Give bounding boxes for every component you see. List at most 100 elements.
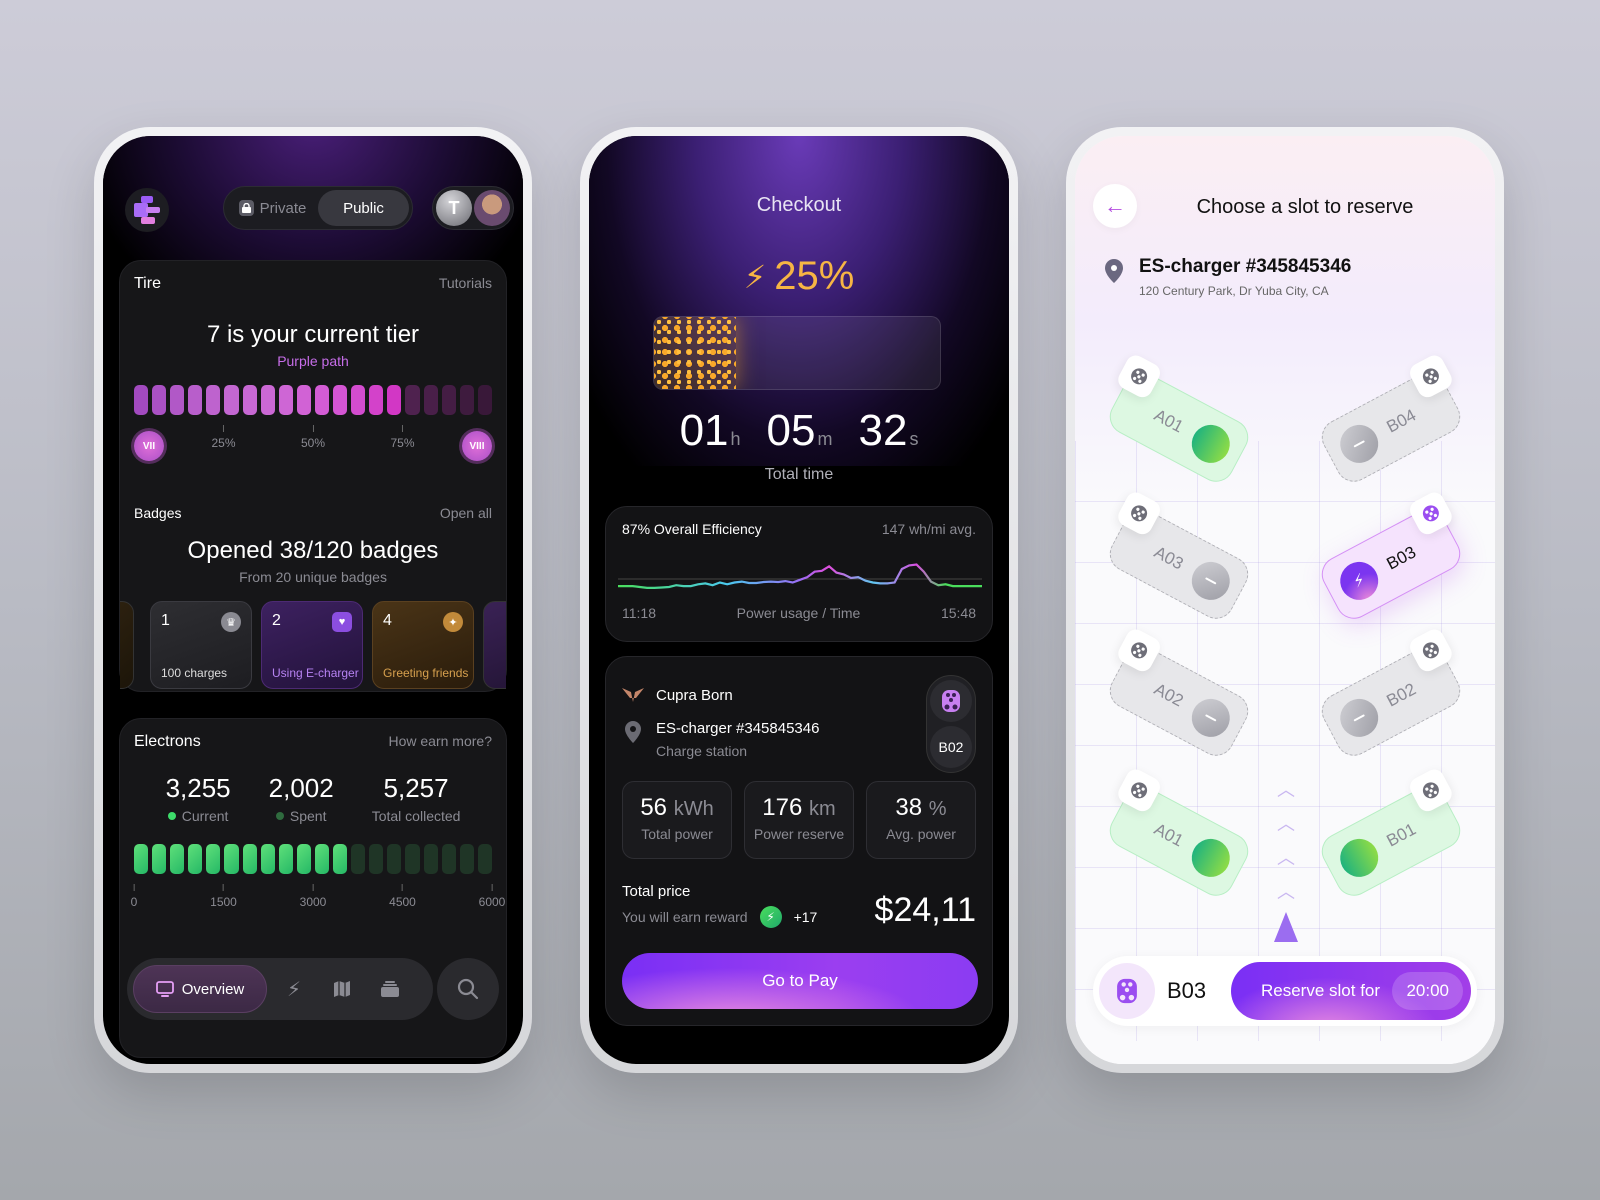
badge-count: 1 bbox=[161, 612, 170, 629]
back-button[interactable]: ← bbox=[1093, 184, 1137, 228]
stat-label: Current bbox=[181, 808, 229, 824]
timer-hours-unit: h bbox=[730, 429, 741, 449]
stat-value: 3,255 bbox=[165, 773, 231, 803]
slot-indicator: B02 bbox=[926, 675, 976, 773]
public-label: Public bbox=[343, 199, 384, 217]
selected-slot: B03 bbox=[1167, 978, 1207, 1003]
reserve-slot-button[interactable]: Reserve slot for 20:00 bbox=[1231, 962, 1471, 1020]
tier-card: Tire Tutorials 7 is your current tier Pur… bbox=[119, 260, 507, 692]
electron-tick: 6000 bbox=[479, 884, 506, 909]
tier-segment bbox=[441, 385, 456, 415]
tier-segment bbox=[459, 385, 474, 415]
public-option[interactable]: Public bbox=[318, 190, 409, 226]
overview-screen: Private Public T Tire Tutorials 7 is your… bbox=[103, 136, 523, 1064]
metric-unit: % bbox=[928, 798, 947, 820]
how-earn-more-link[interactable]: How earn more? bbox=[389, 733, 493, 751]
occupied-indicator bbox=[1185, 692, 1237, 744]
chevron-up-icon: ︿ bbox=[1277, 780, 1295, 800]
electrons-title: Electrons bbox=[134, 733, 201, 750]
nav-wallet[interactable] bbox=[369, 980, 411, 998]
electron-segment bbox=[314, 844, 330, 874]
chevron-up-icon: ︿ bbox=[1277, 814, 1295, 834]
tier-end-badge: VIII bbox=[462, 431, 492, 461]
electron-segment bbox=[351, 844, 366, 874]
cupra-logo-icon bbox=[622, 687, 644, 702]
electrons-stats: 3,255 Current 2,002 Spent 5,257 Total colle… bbox=[120, 773, 506, 824]
tier-segment bbox=[260, 385, 275, 415]
stat-label: Total collected bbox=[371, 808, 461, 824]
chart-start-time: 11:18 bbox=[622, 605, 656, 621]
app-logo[interactable] bbox=[125, 188, 169, 232]
search-icon bbox=[457, 978, 479, 1000]
total-price: $24,11 bbox=[874, 891, 976, 929]
location-pin-icon bbox=[1105, 259, 1123, 283]
metric-value: 38 bbox=[895, 794, 923, 821]
nav-map[interactable] bbox=[321, 980, 363, 998]
power-usage-chart bbox=[618, 563, 982, 589]
tier-path: Purple path bbox=[277, 353, 349, 369]
plug-icon bbox=[930, 680, 972, 722]
badges-title: Badges bbox=[134, 505, 182, 521]
tier-segment bbox=[242, 385, 257, 415]
reserve-time: 20:00 bbox=[1392, 972, 1463, 1010]
badges-carousel[interactable]: 1 ♛ 100 charges 2 ♥ Using E-charger 4 ✦ … bbox=[120, 601, 506, 693]
electron-segment bbox=[477, 844, 492, 874]
battery-fill bbox=[654, 317, 737, 389]
tier-segment bbox=[477, 385, 492, 415]
metric-power-reserve: 176 km Power reserve bbox=[744, 781, 854, 859]
tutorials-link[interactable]: Tutorials bbox=[439, 275, 492, 293]
stat-current: 3,255 Current bbox=[166, 773, 231, 824]
direction-arrows: ︿ ︿ ︿ ︿ bbox=[1271, 776, 1301, 942]
stat-label: Spent bbox=[289, 808, 327, 824]
badge-card[interactable]: 1 ♛ 100 charges bbox=[150, 601, 252, 689]
stat-total: 5,257 Total collected bbox=[372, 773, 461, 824]
electron-segment bbox=[224, 844, 239, 874]
user-avatar[interactable] bbox=[474, 190, 510, 226]
badge-card-partial[interactable] bbox=[120, 601, 134, 689]
station-name: ES-charger #345845346 bbox=[656, 720, 820, 737]
electron-segment bbox=[206, 844, 221, 874]
tier-ticks: VII VIII 25% 50% 75% bbox=[134, 425, 492, 465]
badge-card[interactable]: 4 ✦ Greeting friends bbox=[372, 601, 474, 689]
badge-count: 2 bbox=[272, 612, 281, 629]
electron-segment bbox=[278, 844, 293, 874]
available-indicator bbox=[1185, 832, 1237, 884]
arrow-left-icon: ← bbox=[1104, 193, 1126, 218]
tier-tick: 50% bbox=[301, 425, 325, 450]
tier-segment bbox=[351, 385, 366, 415]
tier-segment bbox=[296, 385, 311, 415]
chart-caption: Power usage / Time bbox=[736, 605, 861, 621]
tier-segment bbox=[170, 385, 185, 415]
lightning-icon: ⚡︎ bbox=[743, 258, 767, 295]
tier-segment bbox=[188, 385, 203, 415]
current-dot bbox=[167, 812, 176, 820]
search-button[interactable] bbox=[437, 958, 499, 1020]
stat-value: 5,257 bbox=[383, 773, 449, 803]
reward-label: You will earn reward bbox=[622, 909, 748, 925]
go-to-pay-button[interactable]: Go to Pay bbox=[622, 953, 978, 1009]
private-option[interactable]: Private bbox=[227, 190, 318, 226]
logo-icon bbox=[134, 196, 160, 224]
efficiency-card: 87% Overall Efficiency 147 wh/mi avg. 11:… bbox=[605, 506, 993, 642]
tier-segment bbox=[369, 385, 384, 415]
tier-segment bbox=[314, 385, 330, 415]
account-switcher[interactable]: T bbox=[432, 186, 514, 230]
nav-charging[interactable]: ⚡︎ bbox=[273, 977, 315, 1002]
metric-label: Avg. power bbox=[886, 826, 956, 842]
slot-label: B04 bbox=[1383, 405, 1420, 437]
charge-timer: 01 h 05 m 32 s bbox=[589, 406, 1009, 456]
location-pin-icon bbox=[625, 721, 641, 743]
tier-segment bbox=[405, 385, 420, 415]
electron-segment bbox=[369, 844, 384, 874]
electron-segment bbox=[441, 844, 456, 874]
tier-headline: 7 is your current tier bbox=[206, 321, 420, 348]
price-row: Total price You will earn reward ⚡︎ +17 $2… bbox=[606, 859, 992, 929]
slot-label: B02 bbox=[1383, 679, 1420, 711]
checkout-title: Checkout bbox=[756, 194, 842, 216]
badge-card-partial[interactable] bbox=[483, 601, 506, 689]
tesla-logo-icon[interactable]: T bbox=[436, 190, 472, 226]
metric-unit: km bbox=[809, 798, 836, 820]
nav-overview[interactable]: Overview bbox=[133, 965, 267, 1013]
open-all-link[interactable]: Open all bbox=[440, 505, 492, 521]
badge-card[interactable]: 2 ♥ Using E-charger bbox=[261, 601, 363, 689]
